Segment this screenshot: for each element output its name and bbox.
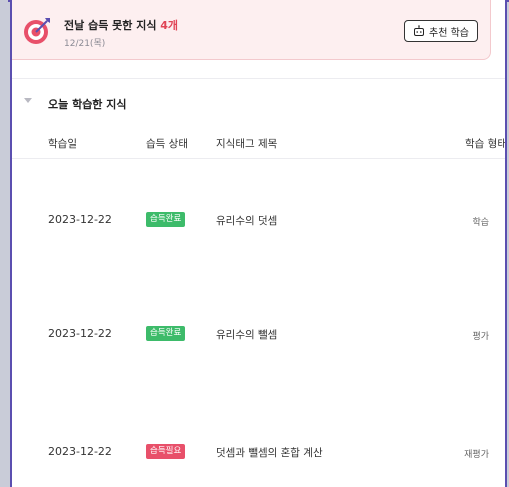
- header-type: 학습 형태: [465, 138, 507, 150]
- row-date: 2023-12-22: [48, 445, 112, 458]
- recommend-study-label: 추천 학습: [429, 27, 469, 39]
- robot-icon: [414, 25, 425, 36]
- header-title: 지식태그 제목: [216, 138, 278, 150]
- missed-knowledge-alert: 전날 습득 못한 지식 4개 12/21(목) 추천 학습: [12, 0, 491, 60]
- row-type: 평가: [472, 332, 489, 342]
- alert-title: 전날 습득 못한 지식 4개: [64, 17, 178, 33]
- alert-title-text: 전날 습득 못한 지식: [64, 19, 161, 32]
- status-badge: 습득필요: [146, 444, 186, 459]
- status-badge: 습득완료: [146, 212, 186, 227]
- section-title: 오늘 학습한 지식: [48, 98, 127, 111]
- collapse-caret-icon[interactable]: [24, 98, 32, 103]
- app-frame: 전날 습득 못한 지식 4개 12/21(목) 추천 학습 오늘 학습한 지식 …: [0, 0, 509, 487]
- row-title[interactable]: 유리수의 덧셈: [216, 213, 277, 228]
- header-status: 습득 상태: [146, 138, 188, 150]
- row-type: 학습: [472, 218, 489, 228]
- status-badge: 습득완료: [146, 326, 186, 341]
- table-header: 학습일 습득 상태 지식태그 제목 학습 형태: [12, 130, 505, 159]
- missed-count: 4개: [160, 19, 179, 32]
- header-date: 학습일: [48, 138, 77, 150]
- learning-panel: 전날 습득 못한 지식 4개 12/21(목) 추천 학습 오늘 학습한 지식 …: [10, 0, 507, 487]
- row-type: 재평가: [464, 450, 489, 460]
- table-row[interactable]: 2023-12-22 습득필요 덧셈과 뺄셈의 혼합 계산 재평가: [12, 440, 505, 464]
- table-row[interactable]: 2023-12-22 습득완료 유리수의 덧셈 학습: [12, 208, 505, 232]
- section-divider: [12, 78, 505, 79]
- row-title[interactable]: 덧셈과 뺄셈의 혼합 계산: [216, 445, 323, 460]
- alert-date: 12/21(목): [64, 39, 106, 49]
- row-date: 2023-12-22: [48, 327, 112, 340]
- recommend-study-button[interactable]: 추천 학습: [404, 20, 478, 42]
- target-icon: [24, 18, 50, 44]
- row-title[interactable]: 유리수의 뺄셈: [216, 327, 277, 342]
- row-date: 2023-12-22: [48, 213, 112, 226]
- today-knowledge-header[interactable]: 오늘 학습한 지식: [12, 92, 505, 112]
- table-row[interactable]: 2023-12-22 습득완료 유리수의 뺄셈 평가: [12, 322, 505, 346]
